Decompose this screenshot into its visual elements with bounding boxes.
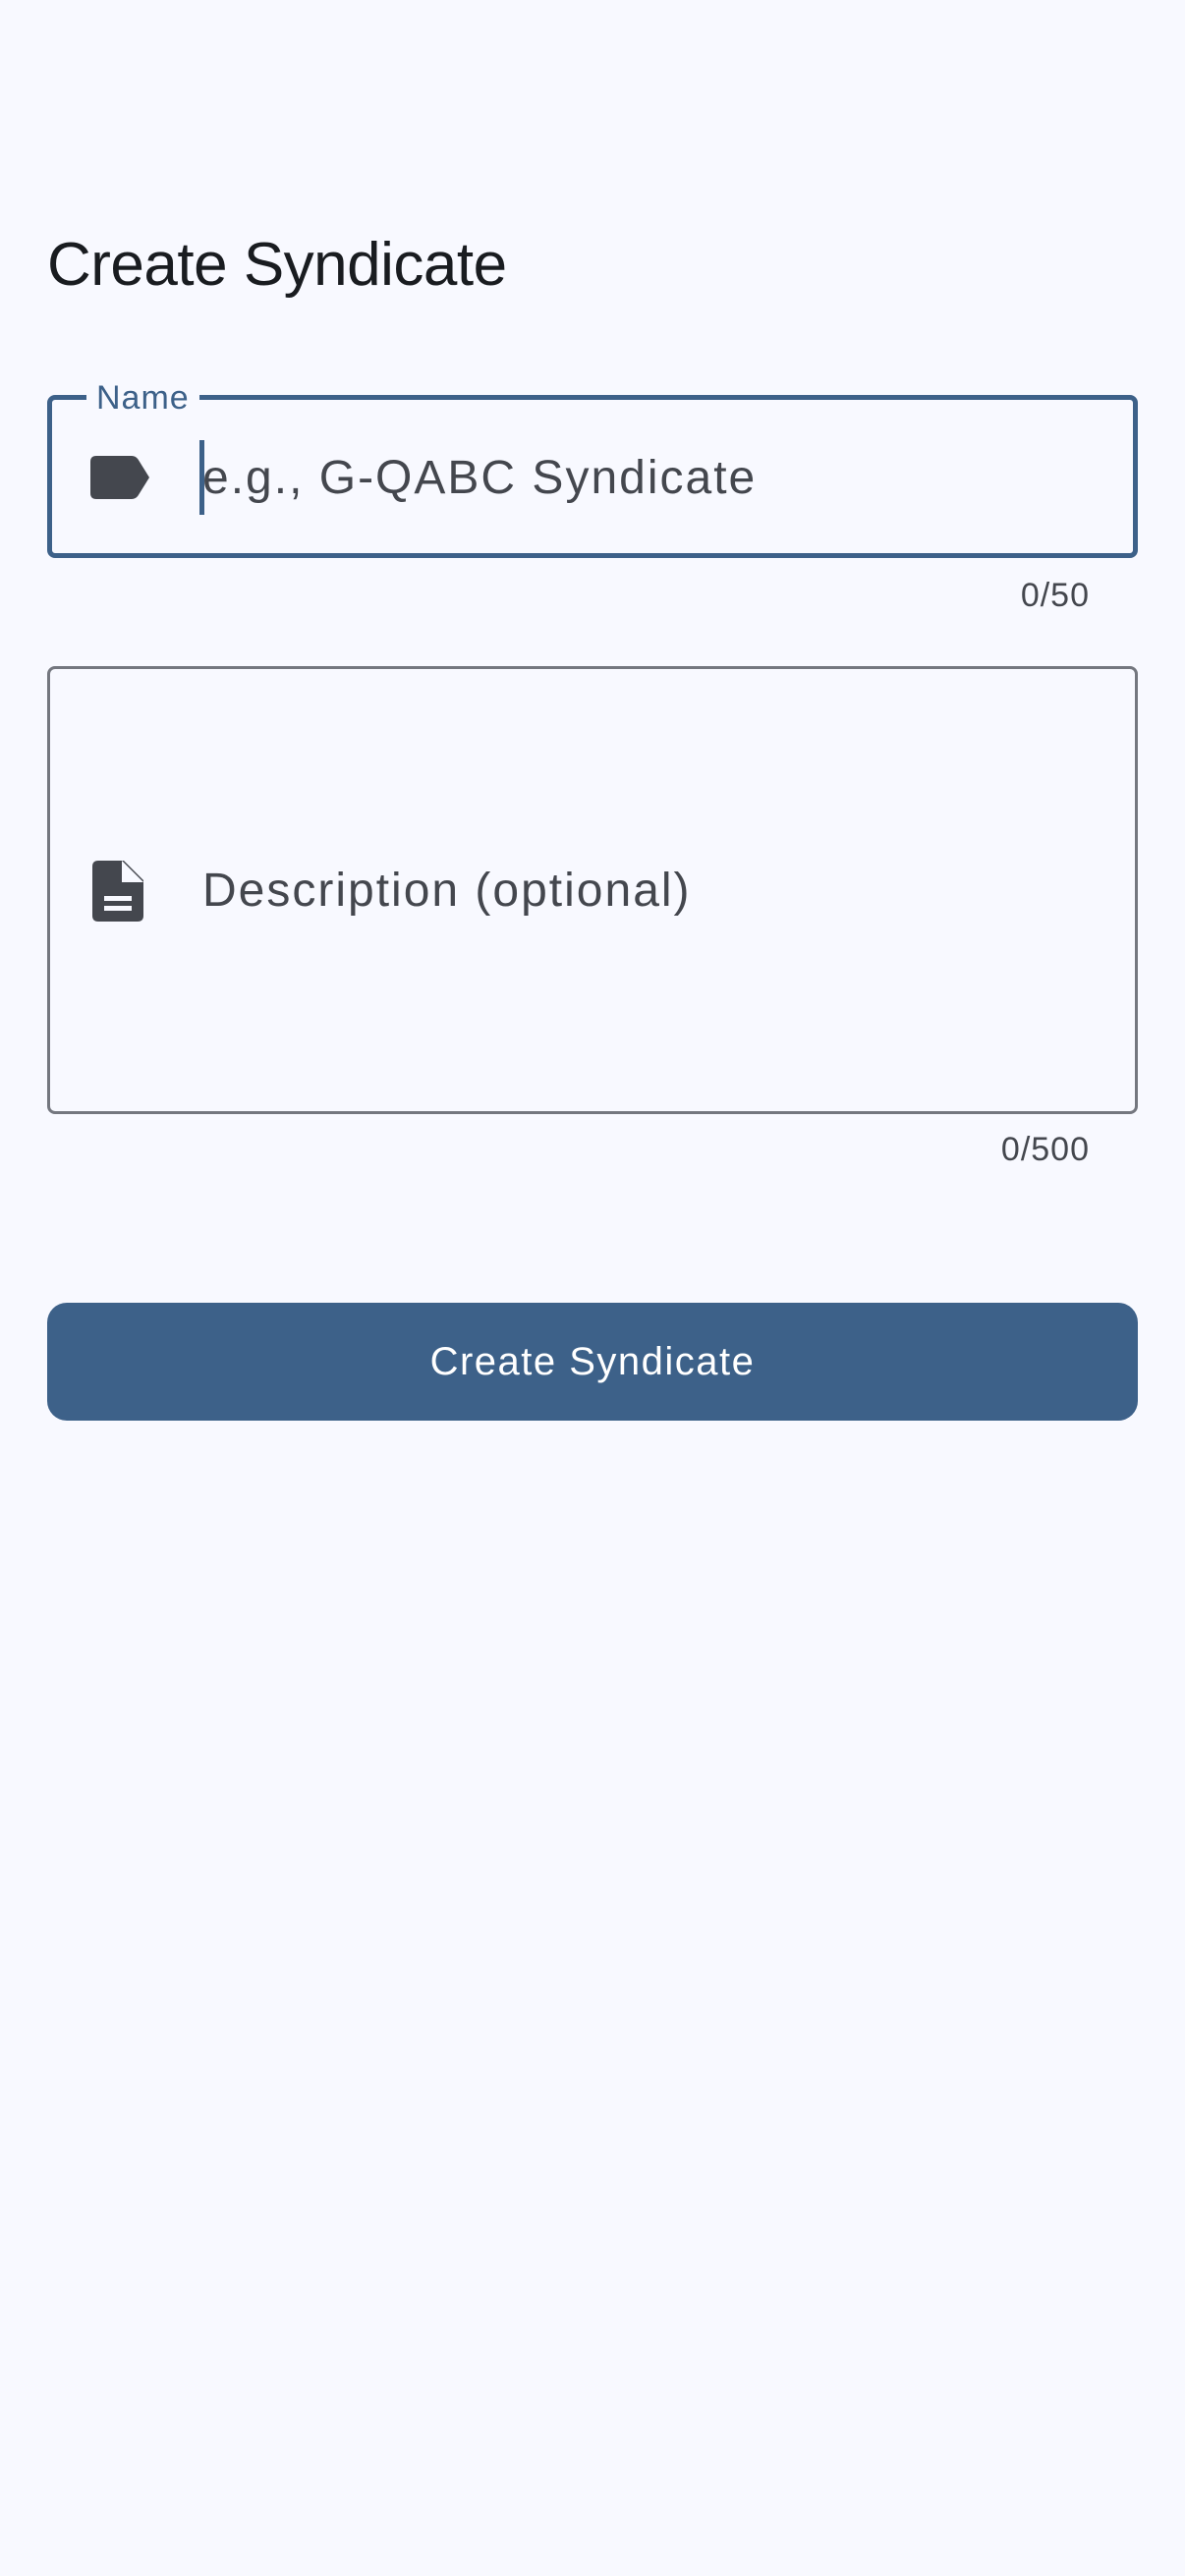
name-character-counter: 0/50 (1020, 577, 1090, 614)
description-icon (92, 861, 143, 922)
create-syndicate-button[interactable]: Create Syndicate (47, 1303, 1138, 1421)
description-character-counter: 0/500 (1000, 1131, 1090, 1168)
page-title: Create Syndicate (47, 231, 507, 299)
name-placeholder[interactable]: e.g., G-QABC Syndicate (202, 450, 757, 507)
label-icon (90, 456, 149, 499)
description-placeholder[interactable]: Description (optional) (202, 863, 692, 920)
name-field-label: Name (86, 379, 199, 417)
